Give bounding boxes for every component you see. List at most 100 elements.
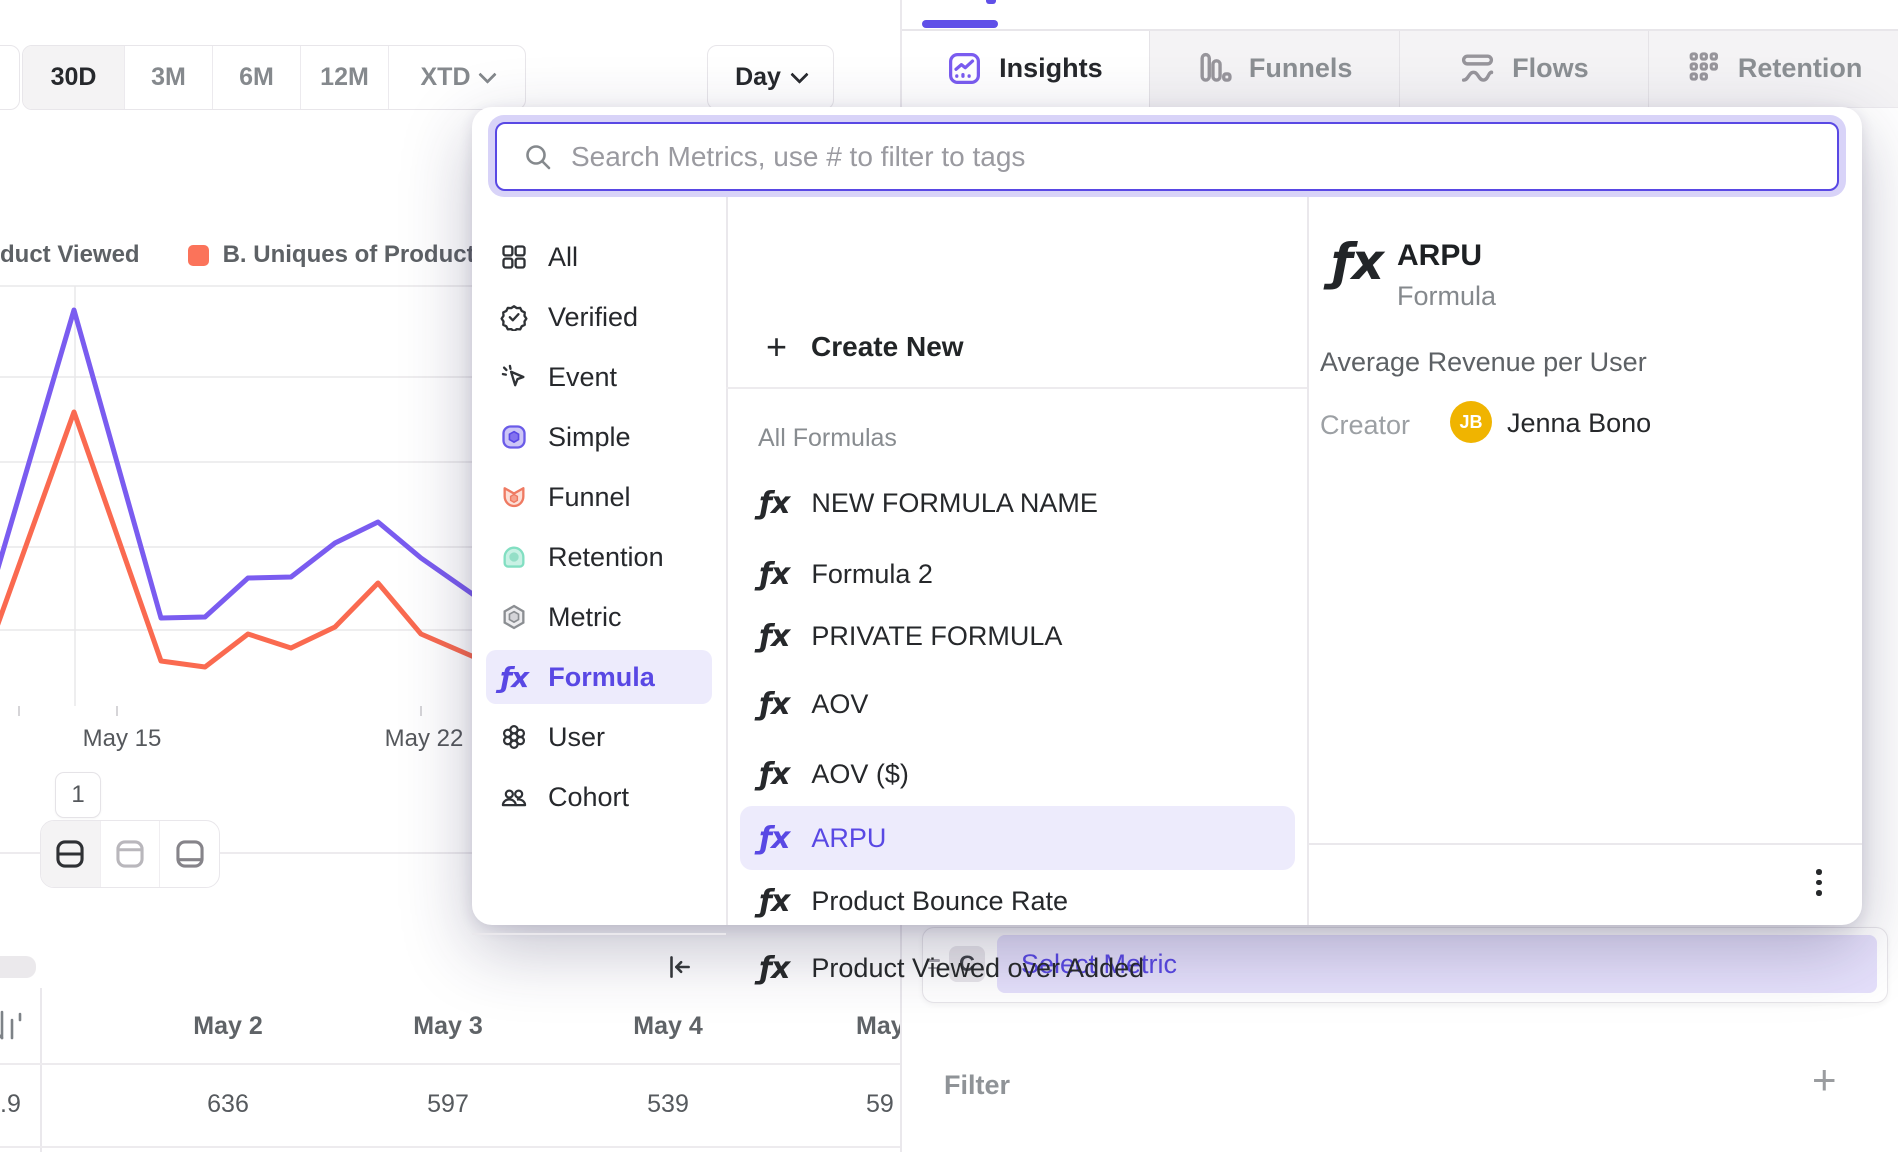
layout-top-button[interactable] (101, 821, 161, 887)
category-funnel[interactable]: Funnel (486, 470, 712, 524)
collapse-sidebar-button[interactable] (664, 952, 694, 982)
tab-retention-label: Retention (1738, 53, 1863, 84)
detail-footer-divider (1307, 843, 1862, 845)
user-flower-icon (500, 723, 528, 751)
formula-item-label: Product Viewed over Added (811, 953, 1144, 984)
table-cell-partial-first: .9 (0, 1090, 26, 1119)
layout-split-icon (53, 837, 87, 871)
category-user[interactable]: User (486, 710, 712, 764)
formula-item[interactable]: ƒx NEW FORMULA NAME (740, 475, 1295, 531)
category-all-label: All (548, 242, 578, 273)
svg-text:May 22: May 22 (385, 725, 464, 752)
category-formula[interactable]: ƒx Formula (486, 650, 712, 704)
tab-insights[interactable]: Insights (900, 31, 1149, 108)
fx-icon: ƒx (759, 557, 789, 592)
category-simple[interactable]: Simple (486, 410, 712, 464)
fx-icon: ƒx (759, 757, 789, 792)
category-event[interactable]: Event (486, 350, 712, 404)
metric-hexagon-icon (500, 603, 528, 631)
table-header-partial[interactable]: May (856, 1012, 901, 1041)
sort-icon[interactable] (0, 1006, 28, 1046)
category-retention[interactable]: Retention (486, 530, 712, 584)
category-verified[interactable]: Verified (486, 290, 712, 344)
formula-list: + Create New All Formulas ƒx NEW FORMULA … (726, 197, 1307, 925)
active-tab-indicator (922, 20, 998, 28)
fx-icon: ƒx (759, 619, 789, 654)
category-all[interactable]: All (486, 230, 712, 284)
retention-shape-icon (500, 543, 528, 571)
fx-icon: ƒx (759, 884, 789, 919)
category-metric[interactable]: Metric (486, 590, 712, 644)
simple-icon (500, 423, 528, 451)
layout-toggle-group (40, 820, 220, 888)
table-row-divider (0, 1146, 901, 1148)
event-cursor-icon (500, 363, 528, 391)
formula-item-label: Formula 2 (811, 559, 933, 590)
page-number-badge[interactable]: 1 (55, 772, 101, 818)
table-cell-may3: 597 (378, 1090, 518, 1119)
formula-item[interactable]: ƒxProduct Viewed over Added (740, 940, 1295, 996)
filter-section-label: Filter (944, 1070, 1010, 1101)
formula-item-label: NEW FORMULA NAME (811, 488, 1098, 519)
category-funnel-label: Funnel (548, 482, 631, 513)
category-sidebar: All Verified Event Simple Funnel Retenti… (472, 197, 726, 925)
cohort-people-icon (500, 783, 528, 811)
tab-flows[interactable]: Flows (1399, 31, 1649, 108)
retention-icon (1685, 50, 1722, 87)
category-simple-label: Simple (548, 422, 631, 453)
fx-icon: ƒx (759, 486, 789, 521)
table-header-may2[interactable]: May 2 (158, 1012, 298, 1041)
table-tab-partial[interactable] (0, 956, 36, 978)
formula-item[interactable]: ƒx AOV ($) (740, 746, 1295, 802)
page-number: 1 (71, 781, 84, 809)
detail-description: Average Revenue per User (1320, 347, 1647, 378)
svg-text:May 15: May 15 (83, 725, 162, 752)
formula-item[interactable]: ƒxAOV (740, 676, 1295, 732)
layout-bottom-button[interactable] (160, 821, 219, 887)
category-cohort-label: Cohort (548, 782, 629, 813)
creator-label: Creator (1320, 410, 1410, 441)
formula-detail-pane: ƒx ARPU Formula Average Revenue per User… (1307, 197, 1862, 925)
tab-funnels-label: Funnels (1249, 53, 1353, 84)
create-new-button[interactable]: + Create New (766, 319, 964, 375)
table-cell-may4: 539 (598, 1090, 738, 1119)
sidebar-footer-divider (472, 933, 726, 935)
metric-picker-modal: Search Metrics, use # to filter to tags … (472, 107, 1862, 925)
search-halo: Search Metrics, use # to filter to tags (488, 115, 1846, 197)
category-verified-label: Verified (548, 302, 638, 333)
category-event-label: Event (548, 362, 617, 393)
more-options-button[interactable] (1812, 865, 1826, 900)
list-divider (726, 387, 1307, 389)
tab-indicator-sliver (986, 0, 996, 4)
detail-title: ARPU (1397, 239, 1482, 273)
tab-insights-label: Insights (999, 53, 1103, 84)
insights-icon (946, 50, 983, 87)
add-filter-button[interactable]: + (1812, 1056, 1837, 1104)
collapse-left-icon (664, 952, 694, 982)
tab-retention[interactable]: Retention (1648, 31, 1898, 108)
category-cohort[interactable]: Cohort (486, 770, 712, 824)
table-cell-may2: 636 (158, 1090, 298, 1119)
layout-bottom-icon (173, 837, 207, 871)
search-input[interactable]: Search Metrics, use # to filter to tags (495, 122, 1839, 191)
layout-split-button[interactable] (41, 821, 101, 887)
table-header-may4[interactable]: May 4 (598, 1012, 738, 1041)
funnels-icon (1196, 50, 1233, 87)
plus-icon: + (766, 329, 787, 365)
formula-item-label: AOV ($) (811, 759, 909, 790)
all-grid-icon (500, 243, 528, 271)
table-column-divider (40, 988, 42, 1152)
formula-item[interactable]: ƒx Product Bounce Rate (740, 873, 1295, 929)
formula-item-label: Product Bounce Rate (811, 886, 1068, 917)
formula-item-selected[interactable]: ƒxARPU (740, 806, 1295, 870)
formula-item[interactable]: ƒx Formula 2 (740, 546, 1295, 602)
section-label: All Formulas (758, 424, 897, 453)
tab-funnels[interactable]: Funnels (1149, 31, 1399, 108)
table-header-may3[interactable]: May 3 (378, 1012, 518, 1041)
fx-icon: ƒx (759, 687, 789, 722)
formula-item-label: PRIVATE FORMULA (811, 621, 1062, 652)
category-user-label: User (548, 722, 605, 753)
formula-item[interactable]: ƒx PRIVATE FORMULA (740, 608, 1295, 664)
app-root: 30D 3M 6M 12M XTD Day duct Viewed B. Uni… (0, 0, 1898, 1152)
search-placeholder: Search Metrics, use # to filter to tags (571, 141, 1025, 173)
